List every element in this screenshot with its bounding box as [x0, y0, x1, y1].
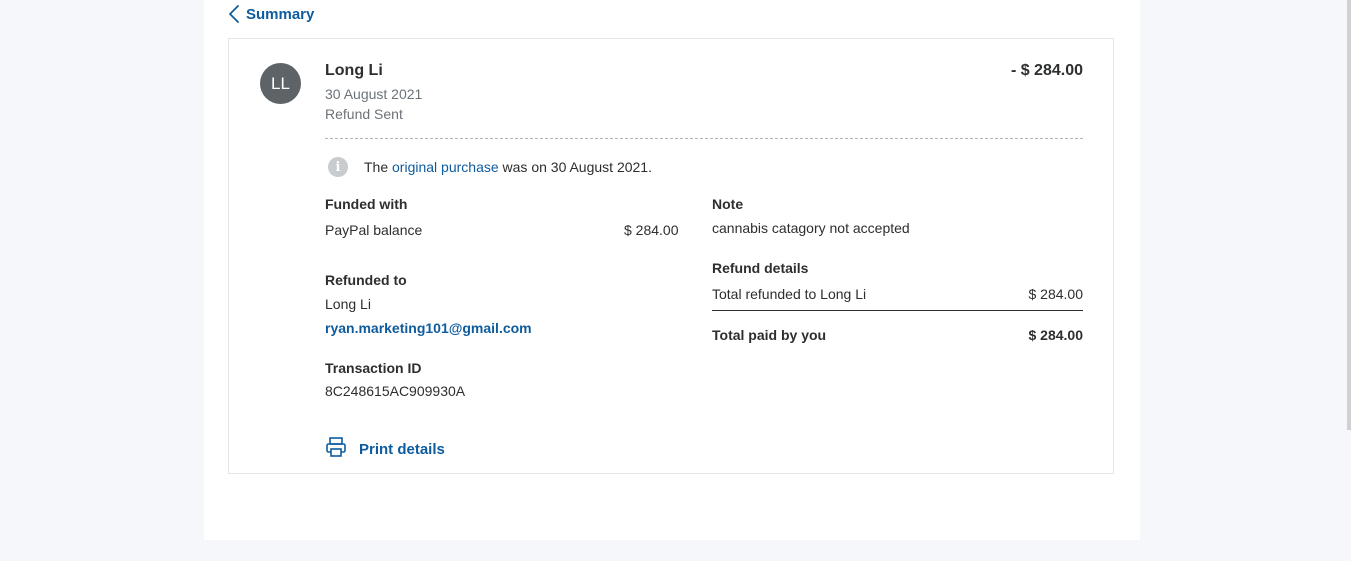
- total-paid-label: Total paid by you: [712, 327, 827, 343]
- refunded-to-email-link[interactable]: ryan.marketing101@gmail.com: [325, 320, 532, 336]
- refund-details-divider: [712, 310, 1083, 311]
- refunded-to-label: Refunded to: [325, 272, 407, 288]
- back-to-summary-link[interactable]: Summary: [228, 4, 314, 24]
- transaction-amount: - $ 284.00: [1010, 62, 1083, 79]
- funding-source: PayPal balance: [325, 222, 423, 238]
- funding-amount: $ 284.00: [624, 222, 679, 238]
- note-text: cannabis catagory not accepted: [712, 220, 910, 236]
- print-details-button[interactable]: Print details: [325, 436, 445, 462]
- total-paid-amount: $ 284.00: [1028, 327, 1084, 343]
- funded-with-label: Funded with: [325, 196, 408, 212]
- note-label: Note: [712, 196, 744, 212]
- print-details-label: Print details: [359, 440, 445, 458]
- total-refunded-amount: $ 284.00: [1028, 286, 1084, 302]
- counterparty-name: Long Li: [325, 62, 383, 79]
- header-divider: [325, 138, 1083, 139]
- transaction-status: Refund Sent: [325, 106, 403, 122]
- info-prefix: The: [364, 159, 393, 175]
- refunded-to-name: Long Li: [325, 296, 371, 312]
- printer-icon: [325, 436, 347, 462]
- transaction-card: [228, 38, 1114, 474]
- original-purchase-info: i The original purchase was on 30 August…: [328, 157, 652, 177]
- transaction-date: 30 August 2021: [325, 86, 423, 102]
- transaction-id-value: 8C248615AC909930A: [325, 383, 466, 399]
- total-refunded-label: Total refunded to Long Li: [712, 286, 867, 302]
- info-icon: i: [328, 157, 348, 177]
- chevron-left-icon: [228, 4, 240, 24]
- original-purchase-link[interactable]: original purchase: [392, 159, 499, 175]
- info-suffix: was on 30 August 2021.: [498, 159, 652, 175]
- back-link-label: Summary: [246, 5, 315, 23]
- avatar: LL: [260, 63, 301, 104]
- scrollbar[interactable]: [1347, 0, 1351, 430]
- transaction-id-label: Transaction ID: [325, 360, 422, 376]
- refund-details-label: Refund details: [712, 260, 809, 276]
